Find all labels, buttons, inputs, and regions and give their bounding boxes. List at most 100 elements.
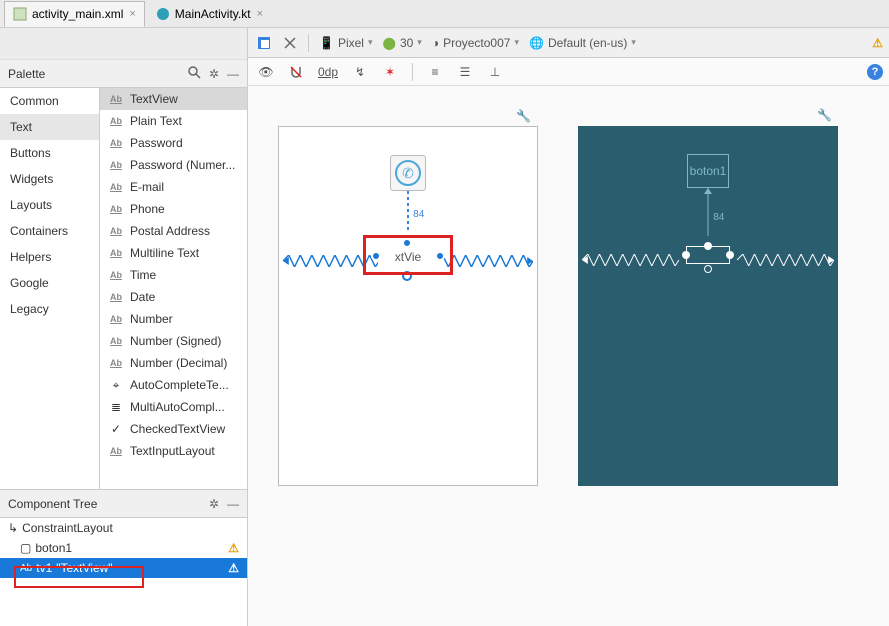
palette-item-list: AbTextView AbPlain Text AbPassword AbPas… <box>100 88 247 489</box>
android-icon: ⬤ <box>383 36 396 50</box>
file-tab-main-activity[interactable]: MainActivity.kt × <box>147 1 272 27</box>
blueprint-surface[interactable]: 🔧 boton1 84 <box>578 126 838 486</box>
text-icon: Ab <box>108 136 124 150</box>
globe-icon: 🌐 <box>529 36 544 50</box>
file-tab-label: activity_main.xml <box>32 7 123 21</box>
constraint-handle[interactable] <box>435 251 445 261</box>
palette-category-helpers[interactable]: Helpers <box>0 244 99 270</box>
tree-node-constraintlayout[interactable]: ↳ ConstraintLayout <box>0 518 247 538</box>
magnet-icon[interactable] <box>288 64 304 80</box>
file-tab-label: MainActivity.kt <box>175 7 251 21</box>
tree-node-boton1[interactable]: ▢ boton1 ⚠ <box>0 538 247 558</box>
theme-icon: ◑ <box>432 36 439 50</box>
palette-category-google[interactable]: Google <box>0 270 99 296</box>
text-icon: Ab <box>108 180 124 194</box>
layout-toolbar: 👁 0dp ↯ ✶ ≡ ☰ ⊥ ? <box>248 58 889 86</box>
constraint-handle[interactable] <box>704 265 712 273</box>
palette-item-textview[interactable]: AbTextView <box>100 88 247 110</box>
collapse-icon[interactable]: — <box>227 67 239 81</box>
default-margin-dropdown[interactable]: 0dp <box>318 65 338 79</box>
constraint-vertical <box>708 188 709 236</box>
clear-constraint-icon[interactable]: ↯ <box>352 64 368 80</box>
design-toolbar: 📱 Pixel ▾ ⬤ 30 ▾ ◑ Proyecto007 ▾ 🌐 Defau… <box>248 28 889 58</box>
constraint-handle[interactable] <box>682 251 690 259</box>
design-surface[interactable]: 🔧 ✆ 84 xtVie <box>278 126 538 486</box>
palette-category-layouts[interactable]: Layouts <box>0 192 99 218</box>
palette-item-textinputlayout[interactable]: AbTextInputLayout <box>100 440 247 462</box>
constraint-handle[interactable] <box>704 242 712 250</box>
align-icon[interactable]: ≡ <box>427 64 443 80</box>
text-icon: Ab <box>20 563 32 574</box>
text-icon: Ab <box>108 356 124 370</box>
close-icon[interactable]: × <box>257 8 263 20</box>
widget-boton1[interactable]: ✆ <box>390 155 426 191</box>
text-icon: Ab <box>108 334 124 348</box>
gear-icon[interactable]: ✲ <box>209 497 219 511</box>
palette-item-email[interactable]: AbE-mail <box>100 176 247 198</box>
palette-item-number-decimal[interactable]: AbNumber (Decimal) <box>100 352 247 374</box>
device-dropdown[interactable]: 📱 Pixel ▾ <box>319 36 373 50</box>
collapse-icon[interactable]: — <box>227 497 239 511</box>
constraint-handle[interactable] <box>726 251 734 259</box>
design-surface-icon[interactable] <box>256 35 272 51</box>
chevron-down-icon: ▾ <box>368 37 373 48</box>
chevron-down-icon: ▾ <box>631 37 636 48</box>
guideline-icon[interactable]: ☰ <box>457 64 473 80</box>
constraint-distance-label: 84 <box>413 209 424 220</box>
palette-item-plaintext[interactable]: AbPlain Text <box>100 110 247 132</box>
file-tab-activity-main[interactable]: activity_main.xml × <box>4 1 145 27</box>
palette-item-checkedtextview[interactable]: ✓CheckedTextView <box>100 418 247 440</box>
widget-icon: ≣ <box>108 400 124 414</box>
phone-icon: 📱 <box>319 36 334 50</box>
infer-constraint-icon[interactable]: ✶ <box>382 64 398 80</box>
palette-item-time[interactable]: AbTime <box>100 264 247 286</box>
chevron-down-icon: ▾ <box>514 37 519 48</box>
close-icon[interactable]: × <box>129 8 135 20</box>
wrench-icon[interactable]: 🔧 <box>516 109 531 123</box>
palette-item-password[interactable]: AbPassword <box>100 132 247 154</box>
help-icon[interactable]: ? <box>867 64 883 80</box>
palette-category-widgets[interactable]: Widgets <box>0 166 99 192</box>
xml-file-icon <box>13 7 27 21</box>
api-dropdown[interactable]: ⬤ 30 ▾ <box>383 36 422 50</box>
layout-icon: ↳ <box>8 521 18 535</box>
widget-boton1-blueprint[interactable]: boton1 <box>687 154 729 188</box>
palette-category-legacy[interactable]: Legacy <box>0 296 99 322</box>
wrench-icon[interactable]: 🔧 <box>817 108 832 122</box>
left-spacer <box>0 28 247 60</box>
palette-item-number[interactable]: AbNumber <box>100 308 247 330</box>
theme-dropdown[interactable]: ◑ Proyecto007 ▾ <box>432 36 519 50</box>
widget-tv1[interactable]: xtVie <box>378 245 438 269</box>
search-icon[interactable] <box>187 65 201 82</box>
constraint-handle[interactable] <box>402 238 412 248</box>
palette-category-buttons[interactable]: Buttons <box>0 140 99 166</box>
canvas-area: 🔧 ✆ 84 xtVie <box>248 86 889 626</box>
widget-icon: ⌖ <box>108 378 124 392</box>
palette-item-phone[interactable]: AbPhone <box>100 198 247 220</box>
view-options-icon[interactable]: 👁 <box>258 64 274 80</box>
pack-icon[interactable]: ⊥ <box>487 64 503 80</box>
palette-category-common[interactable]: Common <box>0 88 99 114</box>
palette-item-password-numeric[interactable]: AbPassword (Numer... <box>100 154 247 176</box>
divider <box>308 34 309 52</box>
palette-item-date[interactable]: AbDate <box>100 286 247 308</box>
palette-category-text[interactable]: Text <box>0 114 99 140</box>
palette-item-postal[interactable]: AbPostal Address <box>100 220 247 242</box>
palette-item-autocomplete[interactable]: ⌖AutoCompleteTe... <box>100 374 247 396</box>
constraint-handle[interactable] <box>402 271 412 281</box>
warning-icon[interactable]: ⚠ <box>872 36 883 50</box>
palette-category-containers[interactable]: Containers <box>0 218 99 244</box>
text-icon: Ab <box>108 444 124 458</box>
widget-tv1-blueprint[interactable] <box>686 246 730 264</box>
palette-item-multiautocomplete[interactable]: ≣MultiAutoCompl... <box>100 396 247 418</box>
constraint-handle[interactable] <box>371 251 381 261</box>
palette-item-multiline[interactable]: AbMultiline Text <box>100 242 247 264</box>
tree-node-tv1[interactable]: Ab tv1 "TextView" ⚠ <box>0 558 247 578</box>
gear-icon[interactable]: ✲ <box>209 67 219 81</box>
text-icon: Ab <box>108 158 124 172</box>
orientation-icon[interactable] <box>282 35 298 51</box>
locale-dropdown[interactable]: 🌐 Default (en-us) ▾ <box>529 36 636 50</box>
palette-item-number-signed[interactable]: AbNumber (Signed) <box>100 330 247 352</box>
warning-icon: ⚠ <box>228 541 239 555</box>
check-icon: ✓ <box>108 422 124 436</box>
